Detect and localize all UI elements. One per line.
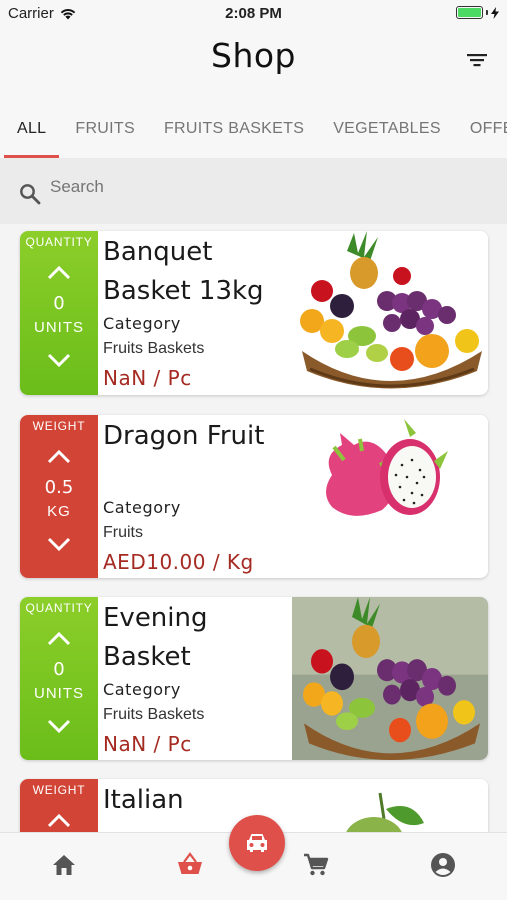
product-name: Evening [103,603,208,633]
quantity-stepper: QUANTITY 0 UNITS [20,597,98,760]
chevron-up-icon[interactable] [46,811,72,831]
product-name-line2: Basket 13kg [103,276,264,306]
product-name: Italian [103,785,184,815]
product-name: Banquet [103,237,213,267]
status-time: 2:08 PM [225,5,282,22]
search-icon [20,184,41,205]
status-bar: Carrier 2:08 PM [0,0,507,28]
product-card[interactable]: WEIGHT 0.5 KG Dragon Fruit Category Frui… [20,415,488,578]
search-input[interactable] [50,177,470,197]
tab-vegetables[interactable]: VEGETABLES [333,100,441,158]
cart-icon[interactable] [302,851,330,879]
product-info: Evening Basket Category Fruits Baskets N… [103,599,293,759]
product-card[interactable]: QUANTITY 0 UNITS Banquet Basket 13kg Cat… [20,231,488,395]
category-value: Fruits Baskets [103,706,205,723]
chevron-down-icon[interactable] [46,534,72,554]
dragon-fruit-image [292,415,488,578]
stepper-label: QUANTITY [25,601,93,615]
stepper-label: WEIGHT [32,783,86,797]
quantity-unit: UNITS [34,319,84,336]
product-info: Italian [103,781,293,820]
chevron-up-icon[interactable] [46,629,72,649]
product-info: Dragon Fruit Category Fruits AED10.00 / … [103,417,293,577]
weight-stepper: WEIGHT 0.5 KG [20,415,98,578]
stepper-label: QUANTITY [25,235,93,249]
product-price: NaN / Pc [103,732,192,756]
navigation-bar: Shop [0,28,507,100]
filter-icon[interactable] [465,48,489,72]
battery-indicator [456,6,499,19]
category-label: Category [103,314,181,333]
chevron-down-icon[interactable] [46,716,72,736]
product-name-line2: Basket [103,642,191,672]
product-list: QUANTITY 0 UNITS Banquet Basket 13kg Cat… [0,224,507,832]
stepper-label: WEIGHT [32,419,86,433]
battery-icon [456,6,483,19]
category-label: Category [103,498,181,517]
tab-fruits[interactable]: FRUITS [75,100,135,158]
car-icon [247,834,267,852]
weight-unit: KG [47,503,71,520]
account-icon[interactable] [429,851,457,879]
quantity-stepper: QUANTITY 0 UNITS [20,231,98,395]
tab-all[interactable]: ALL [4,100,60,158]
tab-fruits-baskets[interactable]: FRUITS BASKETS [164,100,304,158]
category-value: Fruits [103,524,143,541]
chevron-up-icon[interactable] [46,263,72,283]
product-info: Banquet Basket 13kg Category Fruits Bask… [103,233,293,393]
category-label: Category [103,680,181,699]
charging-bolt-icon [491,6,499,19]
weight-value: 0.5 [44,477,74,498]
product-price: AED10.00 / Kg [103,550,254,574]
home-icon[interactable] [50,851,78,879]
chevron-up-icon[interactable] [46,447,72,467]
chevron-down-icon[interactable] [46,350,72,370]
category-tabs: ALL FRUITS FRUITS BASKETS VEGETABLES OFF… [0,100,507,158]
fruit-basket-image [292,231,488,395]
weight-stepper: WEIGHT [20,779,98,832]
quantity-value: 0 [53,293,65,314]
quantity-value: 0 [53,659,65,680]
category-value: Fruits Baskets [103,340,205,357]
product-name: Dragon Fruit [103,421,265,451]
page-title: Shop [211,36,296,75]
fruit-basket-image [292,597,488,760]
tab-offers[interactable]: OFFERS [470,100,507,158]
product-price: NaN / Pc [103,366,192,390]
search-bar [0,158,507,224]
delivery-car-button[interactable] [229,815,285,871]
basket-icon[interactable] [176,851,204,879]
quantity-unit: UNITS [34,685,84,702]
avocado-image [292,779,488,832]
product-card[interactable]: QUANTITY 0 UNITS Evening Basket Category… [20,597,488,760]
